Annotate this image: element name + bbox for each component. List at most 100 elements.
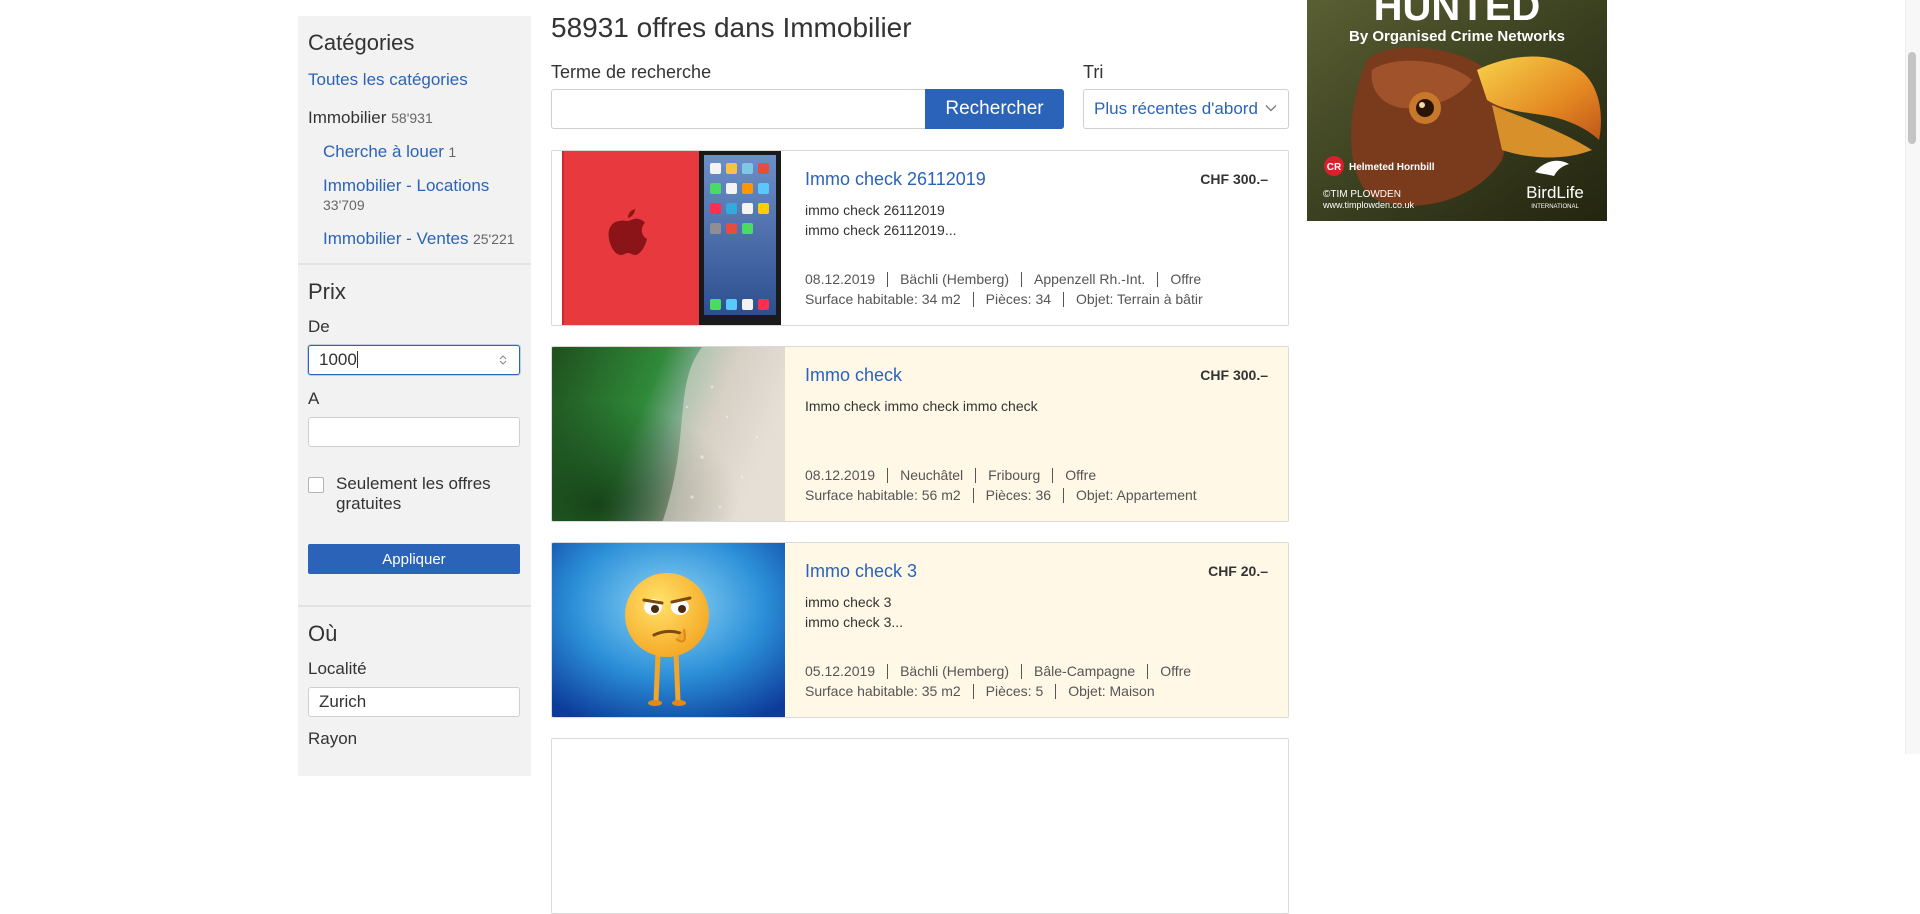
- listing-date: 08.12.2019: [805, 271, 876, 287]
- listing-canton: Fribourg: [975, 468, 1052, 483]
- listing-card[interactable]: Immo check 3 CHF 20.– immo check 3 immo …: [551, 542, 1289, 718]
- subcategory-count: 33'709: [323, 197, 365, 213]
- categories-heading: Catégories: [308, 30, 415, 55]
- listing-canton: Appenzell Rh.-Int.: [1021, 272, 1157, 287]
- listing-meta: 05.12.2019 Bächli (Hemberg) Bâle-Campagn…: [805, 661, 1203, 701]
- where-heading: Où: [308, 621, 338, 646]
- free-only-label: Seulement les offres gratuites: [336, 474, 491, 513]
- listing-locality: Bächli (Hemberg): [887, 664, 1021, 679]
- description-line: immo check 3...: [805, 614, 904, 630]
- current-category: Immobilier 58'931: [308, 108, 521, 128]
- meta-row-location: 05.12.2019 Bächli (Hemberg) Bâle-Campagn…: [805, 661, 1203, 681]
- ad-headline: HUNTED: [1374, 0, 1541, 29]
- free-only-checkbox[interactable]: [308, 477, 324, 493]
- price-from-label: De: [308, 317, 330, 336]
- ad-credit: ©TIM PLOWDEN: [1323, 189, 1401, 200]
- price-from-value: 1000: [319, 350, 357, 369]
- current-category-count: 58'931: [391, 110, 433, 126]
- sort-select[interactable]: Plus récentes d'abord: [1083, 89, 1289, 129]
- subcategory-item-ventes[interactable]: Immobilier - Ventes 25'221: [323, 229, 521, 249]
- listing-thumbnail[interactable]: [552, 151, 785, 325]
- meta-row-details: Surface habitable: 35 m2 Pièces: 5 Objet…: [805, 681, 1203, 701]
- red-tablet-image: [552, 151, 785, 325]
- price-from-input[interactable]: 1000: [308, 345, 520, 375]
- green-abstract-image: [552, 347, 785, 521]
- listing-meta: 08.12.2019 Bächli (Hemberg) Appenzell Rh…: [805, 269, 1215, 309]
- listing-description: immo check 3 immo check 3...: [805, 592, 1205, 632]
- listing-meta: 08.12.2019 Neuchâtel Fribourg Offre Surf…: [805, 465, 1209, 505]
- ad-brand-sub: INTERNATIONAL: [1531, 204, 1579, 210]
- listing-price: CHF 300.–: [1200, 367, 1268, 383]
- apply-button[interactable]: Appliquer: [308, 544, 520, 574]
- meta-row-details: Surface habitable: 34 m2 Pièces: 34 Obje…: [805, 289, 1215, 309]
- subcategory-link[interactable]: Immobilier - Locations: [323, 176, 489, 195]
- subcategory-count: 25'221: [472, 231, 515, 247]
- listing-type: Offre: [1157, 272, 1213, 287]
- subcategory-item-locations[interactable]: Immobilier - Locations 33'709: [323, 176, 521, 215]
- listing-thumbnail[interactable]: [552, 543, 785, 717]
- locality-input[interactable]: Zurich: [308, 687, 520, 717]
- description-line: immo check 3: [805, 594, 892, 610]
- listing-rooms: Pièces: 5: [972, 684, 1056, 699]
- listing-card[interactable]: Immo check 26112019 CHF 300.– immo check…: [551, 150, 1289, 326]
- subcategory-link[interactable]: Immobilier - Ventes: [323, 229, 469, 248]
- number-spinner-icon[interactable]: [499, 354, 507, 366]
- listing-title-link[interactable]: Immo check: [805, 365, 902, 386]
- price-to-label: A: [308, 389, 320, 408]
- listing-locality: Neuchâtel: [887, 468, 975, 483]
- search-button[interactable]: Rechercher: [925, 89, 1064, 129]
- listing-date: 05.12.2019: [805, 663, 876, 679]
- listing-thumbnail[interactable]: [552, 347, 785, 521]
- listing-surface: Surface habitable: 35 m2: [805, 683, 961, 699]
- all-categories-link[interactable]: Toutes les catégories: [308, 70, 521, 90]
- emoji-character-image: [552, 543, 785, 717]
- ad-subline: By Organised Crime Networks: [1349, 28, 1565, 45]
- description-line: immo check 26112019...: [805, 222, 957, 238]
- meta-row-location: 08.12.2019 Neuchâtel Fribourg Offre: [805, 465, 1209, 485]
- listing-surface: Surface habitable: 56 m2: [805, 487, 961, 503]
- ad-species: Helmeted Hornbill: [1349, 162, 1435, 173]
- advertisement-banner[interactable]: HUNTED By Organised Crime Networks CR He…: [1307, 0, 1607, 221]
- listing-card[interactable]: Immo check CHF 300.– Immo check immo che…: [551, 346, 1289, 522]
- subcategory-count: 1: [448, 144, 457, 160]
- listing-object: Objet: Appartement: [1063, 488, 1209, 503]
- meta-row-details: Surface habitable: 56 m2 Pièces: 36 Obje…: [805, 485, 1209, 505]
- text-cursor: [356, 351, 358, 368]
- price-heading: Prix: [308, 279, 346, 304]
- scrollbar-thumb[interactable]: [1908, 52, 1916, 144]
- locality-value: Zurich: [319, 692, 367, 711]
- listing-type: Offre: [1052, 468, 1108, 483]
- ad-credit-url: www.timplowden.co.uk: [1322, 200, 1415, 210]
- listing-type: Offre: [1147, 664, 1203, 679]
- meta-row-location: 08.12.2019 Bächli (Hemberg) Appenzell Rh…: [805, 269, 1215, 289]
- subcategory-link[interactable]: Cherche à louer: [323, 142, 444, 161]
- listing-canton: Bâle-Campagne: [1021, 664, 1147, 679]
- hornbill-ad-image: HUNTED By Organised Crime Networks CR He…: [1307, 0, 1607, 221]
- description-line: immo check 26112019: [805, 202, 945, 218]
- listing-object: Objet: Terrain à bâtir: [1063, 292, 1215, 307]
- chevron-down-icon: [1265, 105, 1277, 112]
- free-only-option[interactable]: Seulement les offres gratuites: [308, 474, 521, 514]
- page-title: 58931 offres dans Immobilier: [551, 12, 912, 43]
- filter-sidebar: Catégories Toutes les catégories Immobil…: [298, 16, 531, 776]
- sort-label: Tri: [1083, 62, 1104, 82]
- ad-cr-badge: CR: [1327, 162, 1342, 173]
- locality-label: Localité: [308, 659, 367, 678]
- listing-price: CHF 20.–: [1208, 563, 1268, 579]
- listing-title-link[interactable]: Immo check 3: [805, 561, 917, 582]
- search-input[interactable]: [551, 89, 925, 129]
- listing-locality: Bächli (Hemberg): [887, 272, 1021, 287]
- subcategory-item-cherche[interactable]: Cherche à louer 1: [323, 142, 521, 162]
- listing-rooms: Pièces: 34: [972, 292, 1063, 307]
- listing-surface: Surface habitable: 34 m2: [805, 291, 961, 307]
- listing-card[interactable]: [551, 738, 1289, 914]
- price-to-input[interactable]: [308, 417, 520, 447]
- listing-date: 08.12.2019: [805, 467, 876, 483]
- listing-object: Objet: Maison: [1055, 684, 1166, 699]
- ad-brand: BirdLife: [1526, 183, 1584, 202]
- current-category-label: Immobilier: [308, 108, 387, 127]
- listing-description: immo check 26112019 immo check 26112019.…: [805, 200, 1205, 240]
- search-label: Terme de recherche: [551, 62, 712, 82]
- listing-title-link[interactable]: Immo check 26112019: [805, 169, 986, 190]
- radius-label: Rayon: [308, 729, 358, 748]
